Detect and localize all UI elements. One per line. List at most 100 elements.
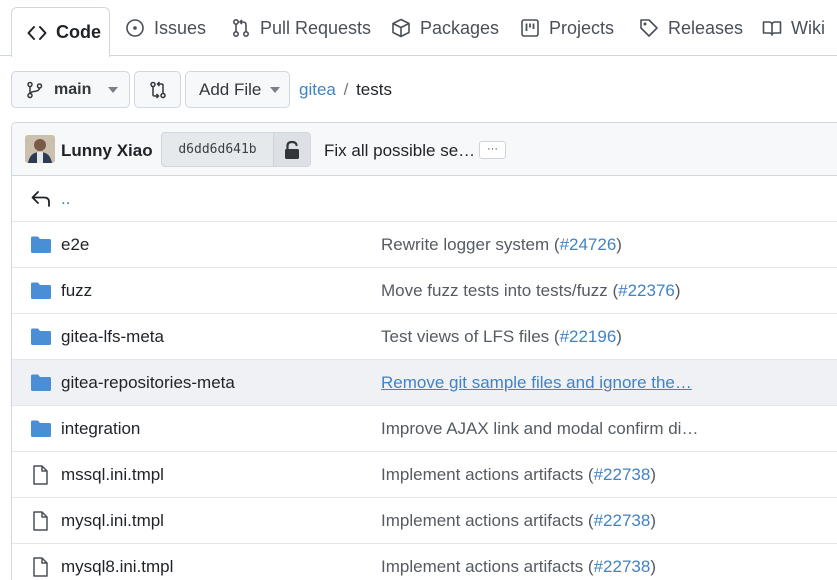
commit-message-link[interactable]: Implement actions artifacts (#22738) (381, 465, 656, 485)
tab-label: Code (56, 22, 101, 42)
avatar[interactable] (25, 135, 55, 163)
commit-message-link[interactable]: Remove git sample files and ignore the… (381, 373, 692, 393)
tab-label: Releases (668, 17, 744, 38)
file-icon (33, 511, 48, 531)
breadcrumb-repo-link[interactable]: gitea (299, 80, 336, 99)
file-row[interactable]: mysql8.ini.tmpl Implement actions artifac… (12, 544, 837, 580)
pull-request-link[interactable]: #22738 (594, 465, 651, 484)
commit-message-tail: ) (616, 234, 622, 254)
file-row[interactable]: gitea-repositories-meta Remove git sample… (12, 360, 837, 406)
commit-message-link[interactable]: Improve AJAX link and modal confirm di… (381, 419, 698, 439)
code-icon (27, 25, 47, 40)
back-arrow-icon (31, 191, 50, 207)
tab-issues[interactable]: Issues (125, 0, 206, 56)
latest-commit-bar: Lunny Xiao d6dd6d641b Fix all possible s… (12, 123, 837, 176)
commit-message-text: Test views of LFS files ( (381, 326, 560, 346)
commit-message-text: Rewrite logger system ( (381, 234, 560, 254)
tab-packages[interactable]: Packages (391, 0, 499, 56)
caret-down-icon (108, 86, 119, 93)
package-icon (392, 18, 410, 38)
folder-icon (31, 282, 51, 299)
compare-icon (149, 80, 166, 99)
file-row[interactable]: integration Improve AJAX link and modal c… (12, 406, 837, 452)
commit-message-text: Remove git sample files and ignore the… (381, 372, 692, 392)
file-list: Lunny Xiao d6dd6d641b Fix all possible s… (11, 122, 837, 580)
commit-message-link[interactable]: Implement actions artifacts (#22738) (381, 511, 656, 531)
pull-request-link[interactable]: #22196 (560, 327, 617, 346)
tab-label: Issues (154, 17, 207, 38)
commit-message-link[interactable]: Implement actions artifacts (#22738) (381, 557, 656, 577)
parent-directory-link[interactable]: .. (61, 189, 70, 209)
pull-request-link[interactable]: #22738 (594, 511, 651, 530)
tab-releases[interactable]: Releases (639, 0, 743, 56)
caret-down-icon (270, 86, 281, 93)
commit-message-tail: ) (650, 510, 656, 530)
tab-wiki[interactable]: Wiki (762, 0, 825, 56)
file-row[interactable]: gitea-lfs-meta Test views of LFS files (#… (12, 314, 837, 360)
repo-toolbar: main Add File gitea / tests (0, 71, 837, 109)
tag-icon (640, 19, 658, 37)
commit-expand-button[interactable]: ··· (479, 141, 506, 159)
commit-message-link[interactable]: Move fuzz tests into tests/fuzz (#22376) (381, 281, 681, 301)
pull-request-icon (232, 18, 250, 38)
folder-icon (31, 328, 51, 345)
compare-button[interactable] (134, 71, 181, 108)
file-name-link[interactable]: fuzz (61, 281, 92, 301)
commit-message-text: Move fuzz tests into tests/fuzz ( (381, 280, 619, 300)
file-row[interactable]: fuzz Move fuzz tests into tests/fuzz (#22… (12, 268, 837, 314)
file-name-link[interactable]: gitea-lfs-meta (61, 327, 164, 347)
branch-name: main (54, 80, 92, 98)
breadcrumb-separator: / (343, 80, 349, 99)
folder-icon (31, 236, 51, 253)
breadcrumb-current: tests (356, 80, 392, 99)
branch-icon (27, 81, 43, 98)
issue-icon (126, 19, 144, 37)
book-icon (762, 21, 782, 36)
lock-icon (285, 140, 299, 159)
repo-tabs: Code Issues Pull Requests Packages Proje… (0, 0, 837, 57)
tab-label: Wiki (791, 17, 825, 38)
project-icon (521, 19, 539, 37)
commit-message-text: Implement actions artifacts ( (381, 556, 594, 576)
file-row[interactable]: e2e Rewrite logger system (#24726) (12, 222, 837, 268)
commit-message-tail: ) (650, 464, 656, 484)
file-name-link[interactable]: mysql.ini.tmpl (61, 511, 164, 531)
tab-label: Projects (549, 17, 615, 38)
commit-sha[interactable]: d6dd6d641b (162, 133, 274, 166)
file-icon (33, 557, 48, 577)
commit-author[interactable]: Lunny Xiao (61, 141, 153, 161)
pull-request-link[interactable]: #24726 (560, 235, 617, 254)
commit-message-link[interactable]: Test views of LFS files (#22196) (381, 327, 622, 347)
tab-label: Packages (420, 17, 500, 38)
commit-message-text: Improve AJAX link and modal confirm di… (381, 418, 699, 438)
commit-message-tail: ) (650, 556, 656, 576)
commit-message-text: Implement actions artifacts ( (381, 464, 594, 484)
tab-projects[interactable]: Projects (520, 0, 614, 56)
pull-request-link[interactable]: #22738 (594, 557, 651, 576)
commit-sha-group: d6dd6d641b (161, 132, 311, 167)
tab-pull-requests[interactable]: Pull Requests (231, 0, 371, 56)
file-name-link[interactable]: e2e (61, 235, 89, 255)
commit-message-text: Implement actions artifacts ( (381, 510, 594, 530)
add-file-label: Add File (199, 79, 262, 99)
pull-request-link[interactable]: #22376 (618, 281, 675, 300)
parent-directory-row[interactable]: .. (12, 176, 837, 222)
file-icon (33, 465, 48, 485)
file-row[interactable]: mysql.ini.tmpl Implement actions artifact… (12, 498, 837, 544)
tab-code[interactable]: Code (11, 7, 110, 57)
folder-icon (31, 374, 51, 391)
copy-sha-button[interactable] (274, 133, 310, 166)
file-row[interactable]: mssql.ini.tmpl Implement actions artifact… (12, 452, 837, 498)
commit-message-tail: ) (616, 326, 622, 346)
file-name-link[interactable]: mysql8.ini.tmpl (61, 557, 173, 577)
add-file-dropdown[interactable]: Add File (185, 71, 290, 108)
commit-message-tail: ) (674, 280, 681, 300)
commit-message[interactable]: Fix all possible se… (324, 141, 475, 161)
file-name-link[interactable]: mssql.ini.tmpl (61, 465, 164, 485)
breadcrumb: gitea / tests (299, 80, 392, 100)
commit-message-link[interactable]: Rewrite logger system (#24726) (381, 235, 622, 255)
file-name-link[interactable]: integration (61, 419, 140, 439)
branch-dropdown[interactable]: main (11, 71, 130, 108)
file-name-link[interactable]: gitea-repositories-meta (61, 373, 235, 393)
tab-label: Pull Requests (260, 17, 372, 38)
